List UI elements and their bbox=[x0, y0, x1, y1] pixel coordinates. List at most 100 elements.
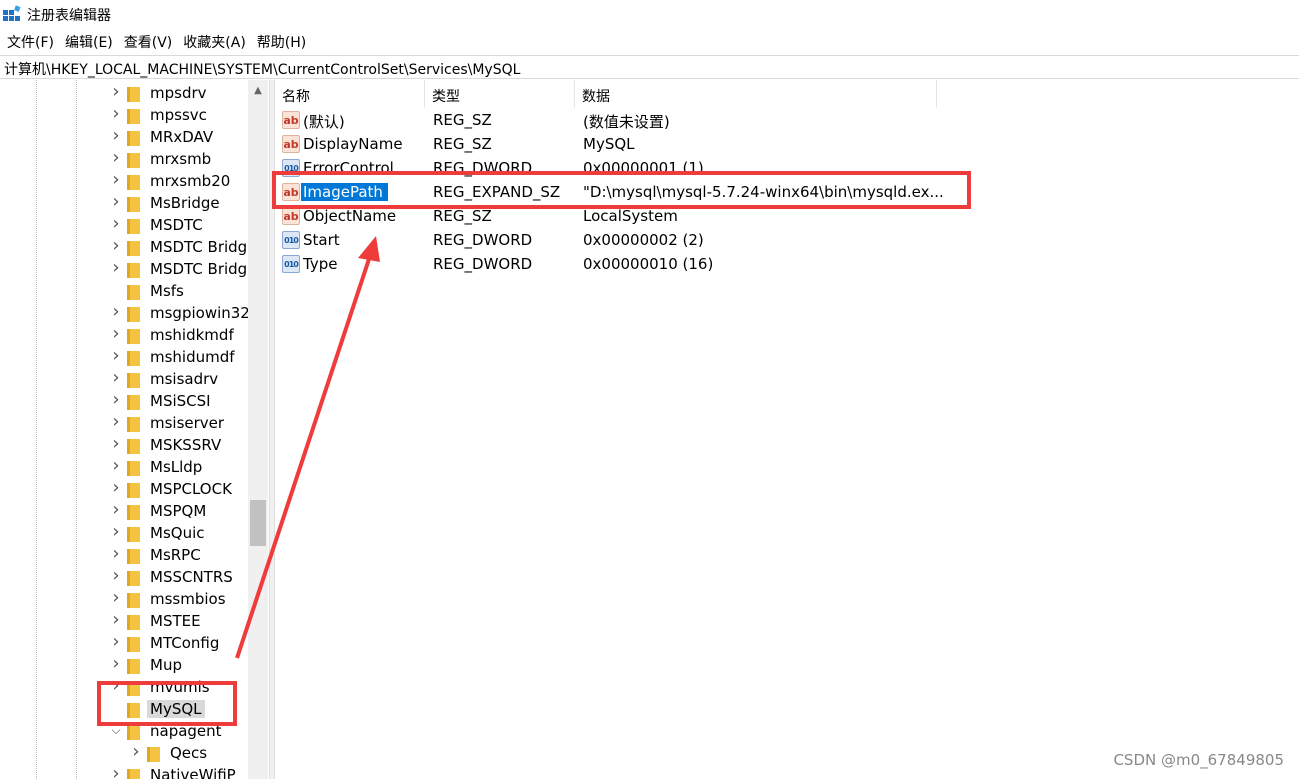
column-name-header[interactable]: 名称 bbox=[275, 80, 425, 108]
tree-item[interactable]: Msfs bbox=[0, 280, 248, 302]
tree-item[interactable]: › mpsdrv bbox=[0, 82, 248, 104]
tree-item-label: mpssvc bbox=[150, 106, 207, 124]
chevron-right-icon[interactable]: › bbox=[110, 369, 122, 387]
menu-view[interactable]: 查看(V) bbox=[124, 32, 173, 52]
menu-edit[interactable]: 编辑(E) bbox=[65, 32, 113, 52]
menu-file[interactable]: 文件(F) bbox=[7, 32, 54, 52]
tree-item[interactable]: › Qecs bbox=[0, 742, 248, 764]
folder-icon bbox=[127, 371, 140, 388]
chevron-right-icon[interactable]: › bbox=[110, 435, 122, 453]
folder-icon bbox=[127, 195, 140, 212]
string-value-icon: ab bbox=[282, 207, 300, 225]
value-type: REG_SZ bbox=[433, 135, 492, 153]
chevron-right-icon[interactable]: › bbox=[110, 83, 122, 101]
scroll-thumb[interactable] bbox=[250, 500, 266, 546]
tree-item[interactable]: › MSiSCSI bbox=[0, 390, 248, 412]
tree-item-label: Msfs bbox=[150, 282, 184, 300]
tree-item[interactable]: › MSPCLOCK bbox=[0, 478, 248, 500]
chevron-right-icon[interactable]: › bbox=[110, 303, 122, 321]
tree-item[interactable]: › MsRPC bbox=[0, 544, 248, 566]
tree-item[interactable]: › MsBridge bbox=[0, 192, 248, 214]
tree-item[interactable]: › MSDTC bbox=[0, 214, 248, 236]
tree-item[interactable]: › msgpiowin32 bbox=[0, 302, 250, 324]
tree-item[interactable]: › msisadrv bbox=[0, 368, 248, 390]
chevron-right-icon[interactable]: › bbox=[110, 259, 122, 277]
folder-icon bbox=[127, 437, 140, 454]
tree-scrollbar[interactable]: ▲ bbox=[248, 80, 268, 779]
tree-item[interactable]: › MSSCNTRS bbox=[0, 566, 248, 588]
tree-item[interactable]: › MsLldp bbox=[0, 456, 248, 478]
tree-item[interactable]: › MSDTC Bridg bbox=[0, 236, 248, 258]
column-data-header[interactable]: 数据 bbox=[575, 80, 937, 108]
tree-item[interactable]: › mrxsmb20 bbox=[0, 170, 248, 192]
tree-item-label: MSDTC bbox=[150, 216, 203, 234]
tree-item[interactable]: › mshidumdf bbox=[0, 346, 248, 368]
value-row[interactable]: 010 Start REG_DWORD 0x00000002 (2) bbox=[275, 228, 975, 252]
tree-item[interactable]: › mssmbios bbox=[0, 588, 248, 610]
chevron-right-icon[interactable]: › bbox=[110, 567, 122, 585]
chevron-right-icon[interactable]: › bbox=[110, 545, 122, 563]
tree-item[interactable]: › msiserver bbox=[0, 412, 248, 434]
tree-item[interactable]: › MSKSSRV bbox=[0, 434, 248, 456]
chevron-right-icon[interactable]: › bbox=[110, 105, 122, 123]
value-name: (默认) bbox=[303, 113, 345, 131]
menu-favorites[interactable]: 收藏夹(A) bbox=[183, 32, 246, 52]
tree-item-label: Qecs bbox=[170, 744, 208, 762]
tree-item[interactable]: › MRxDAV bbox=[0, 126, 248, 148]
chevron-right-icon[interactable]: › bbox=[110, 127, 122, 145]
chevron-right-icon[interactable]: › bbox=[110, 501, 122, 519]
value-row[interactable]: ab DisplayName REG_SZ MySQL bbox=[275, 132, 975, 156]
chevron-right-icon[interactable]: › bbox=[110, 149, 122, 167]
scroll-up-icon[interactable]: ▲ bbox=[248, 80, 268, 102]
tree-item-label: mshidumdf bbox=[150, 348, 235, 366]
column-type-header[interactable]: 类型 bbox=[425, 80, 575, 108]
chevron-right-icon[interactable]: › bbox=[110, 325, 122, 343]
tree-item[interactable]: › MsQuic bbox=[0, 522, 248, 544]
chevron-right-icon bbox=[110, 283, 122, 297]
tree-item[interactable]: › mpssvc bbox=[0, 104, 248, 126]
tree-item[interactable]: › NativeWifiP bbox=[0, 764, 248, 779]
title-bar: 注册表编辑器 bbox=[0, 0, 1299, 30]
address-bar[interactable]: 计算机\HKEY_LOCAL_MACHINE\SYSTEM\CurrentCon… bbox=[0, 55, 1299, 79]
folder-icon bbox=[127, 327, 140, 344]
chevron-right-icon[interactable]: › bbox=[110, 413, 122, 431]
string-value-icon: ab bbox=[282, 111, 300, 129]
chevron-right-icon[interactable]: › bbox=[110, 193, 122, 211]
tree-item[interactable]: › MTConfig bbox=[0, 632, 248, 654]
value-type: REG_SZ bbox=[433, 207, 492, 225]
tree-item-label: NativeWifiP bbox=[150, 766, 236, 779]
tree-item[interactable]: › MSTEE bbox=[0, 610, 248, 632]
chevron-right-icon[interactable]: › bbox=[110, 611, 122, 629]
tree-item[interactable]: › MSDTC Bridg bbox=[0, 258, 248, 280]
value-data: 0x00000002 (2) bbox=[583, 231, 704, 249]
tree-item-label: mrxsmb20 bbox=[150, 172, 231, 190]
chevron-right-icon[interactable]: › bbox=[110, 479, 122, 497]
chevron-right-icon[interactable]: › bbox=[110, 237, 122, 255]
chevron-right-icon[interactable]: › bbox=[110, 347, 122, 365]
chevron-right-icon[interactable]: › bbox=[110, 633, 122, 651]
chevron-right-icon[interactable]: › bbox=[110, 391, 122, 409]
address-path[interactable]: 计算机\HKEY_LOCAL_MACHINE\SYSTEM\CurrentCon… bbox=[4, 59, 520, 79]
value-row[interactable]: 010 Type REG_DWORD 0x00000010 (16) bbox=[275, 252, 975, 276]
value-row[interactable]: ab (默认) REG_SZ (数值未设置) bbox=[275, 108, 975, 132]
chevron-right-icon[interactable]: › bbox=[110, 589, 122, 607]
key-tree[interactable]: › mpsdrv › mpssvc › MRxDAV › mrxsmb › mrxsmb20 › Ms… bbox=[0, 80, 269, 779]
chevron-right-icon[interactable]: › bbox=[110, 765, 122, 779]
tree-item-label: MsRPC bbox=[150, 546, 201, 564]
tree-item[interactable]: › Mup bbox=[0, 654, 248, 676]
menu-help[interactable]: 帮助(H) bbox=[257, 32, 306, 52]
folder-icon bbox=[127, 525, 140, 542]
chevron-right-icon[interactable]: › bbox=[110, 215, 122, 233]
tree-item[interactable]: › mshidkmdf bbox=[0, 324, 248, 346]
chevron-right-icon[interactable]: › bbox=[110, 457, 122, 475]
chevron-right-icon[interactable]: › bbox=[110, 171, 122, 189]
chevron-right-icon[interactable]: › bbox=[110, 523, 122, 541]
tree-item-label: Mup bbox=[150, 656, 182, 674]
folder-icon bbox=[127, 767, 140, 779]
folder-icon bbox=[127, 657, 140, 674]
tree-item[interactable]: › MSPQM bbox=[0, 500, 248, 522]
chevron-right-icon[interactable]: › bbox=[110, 655, 122, 673]
chevron-right-icon[interactable]: › bbox=[130, 743, 142, 761]
tree-item[interactable]: › mrxsmb bbox=[0, 148, 248, 170]
folder-icon bbox=[127, 613, 140, 630]
